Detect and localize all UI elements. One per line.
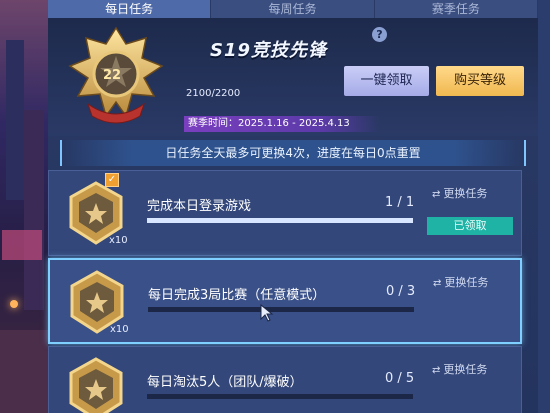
- task-progress: 0 / 5: [385, 371, 415, 386]
- claimed-status-badge: 已领取: [427, 217, 513, 235]
- medal-icon: [69, 357, 123, 413]
- task-progress-fill: [147, 218, 413, 223]
- rank-level: 22: [102, 68, 122, 83]
- mouse-cursor-icon: [260, 304, 274, 322]
- task-progress-bar: [147, 218, 413, 223]
- swap-label: 更换任务: [443, 363, 488, 376]
- claimed-check-icon: ✓: [105, 173, 119, 187]
- help-icon[interactable]: ?: [372, 27, 387, 42]
- daily-task-notice: 日任务全天最多可更换4次，进度在每日0点重置: [60, 140, 526, 166]
- tab-season[interactable]: 赛季任务: [374, 0, 538, 18]
- task-progress: 1 / 1: [385, 195, 415, 210]
- swap-icon: ⇄: [432, 189, 441, 200]
- tab-weekly[interactable]: 每周任务: [211, 0, 375, 18]
- swap-icon: ⇄: [432, 365, 441, 376]
- season-title: S19竞技先锋: [210, 40, 328, 61]
- task-progress-bar: [148, 307, 414, 312]
- task-progress-bar: [147, 394, 413, 399]
- season-header: 22 S19竞技先锋 ? 一键领取 购买等级 2100/2200 赛季时间：20…: [48, 18, 538, 136]
- background-building: [0, 330, 48, 413]
- background-city-scene: [0, 0, 48, 413]
- task-title: 每日完成3局比赛（任意模式）: [148, 288, 326, 303]
- task-card[interactable]: ✓ x10 完成本日登录游戏 1 / 1 ⇄ 更换任务 已领取: [48, 170, 522, 256]
- claim-all-button[interactable]: 一键领取: [344, 66, 429, 96]
- swap-label: 更换任务: [444, 276, 489, 289]
- task-progress: 0 / 3: [386, 284, 416, 299]
- task-reward-multiplier: x10: [110, 324, 129, 335]
- background-lamp: [10, 300, 18, 308]
- task-panel: 每日任务 每周任务 赛季任务 22 S19竞技先锋 ? 一键领取 购买等级 21…: [48, 0, 538, 413]
- task-card[interactable]: x10 每日完成3局比赛（任意模式） 0 / 3 ⇄ 更换任务: [48, 258, 522, 344]
- scrollbar[interactable]: [538, 0, 550, 413]
- tab-daily[interactable]: 每日任务: [48, 0, 212, 18]
- swap-task-button[interactable]: ⇄ 更换任务: [433, 274, 488, 290]
- swap-task-button[interactable]: ⇄ 更换任务: [432, 185, 487, 201]
- background-building: [6, 40, 24, 200]
- swap-icon: ⇄: [433, 278, 442, 289]
- task-card[interactable]: 每日淘汰5人（团队/爆破） 0 / 5 ⇄ 更换任务: [48, 346, 522, 413]
- task-tabs: 每日任务 每周任务 赛季任务: [48, 0, 538, 18]
- task-title: 每日淘汰5人（团队/爆破）: [147, 375, 303, 390]
- task-title: 完成本日登录游戏: [147, 199, 252, 214]
- task-reward-multiplier: x10: [109, 235, 128, 246]
- buy-level-button[interactable]: 购买等级: [436, 66, 524, 96]
- season-xp: 2100/2200: [186, 88, 241, 99]
- swap-label: 更换任务: [443, 187, 488, 200]
- background-building: [24, 110, 44, 310]
- season-time: 赛季时间：2025.1.16 - 2025.4.13: [184, 116, 380, 132]
- swap-task-button[interactable]: ⇄ 更换任务: [432, 361, 487, 377]
- background-neon-sign: [2, 230, 42, 260]
